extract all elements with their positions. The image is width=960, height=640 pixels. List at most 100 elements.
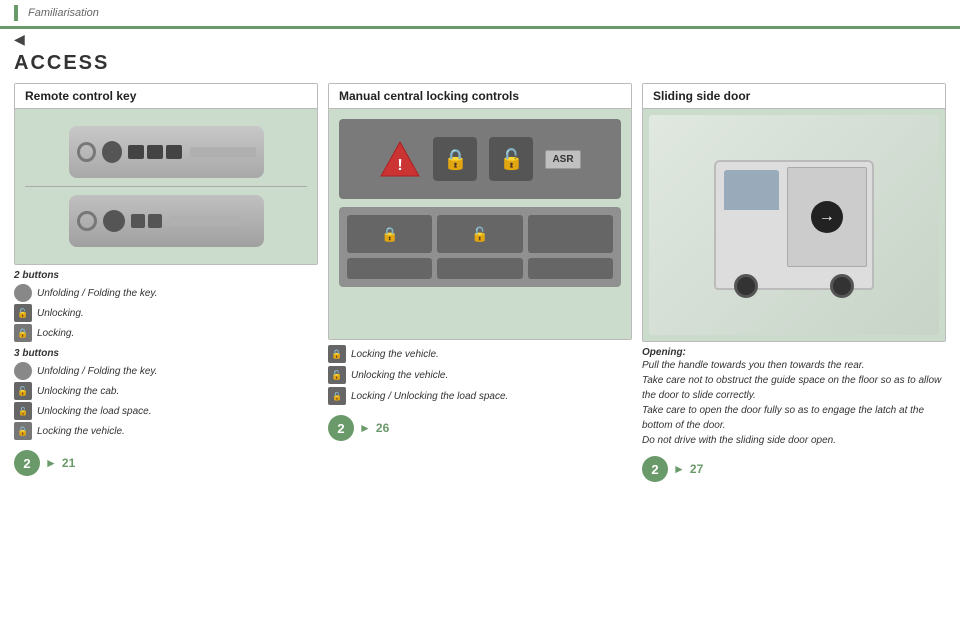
nav-col1: 2 ► 21 [14,450,318,476]
opening-title: Opening: [642,347,946,358]
icon-fold-3btn [14,362,32,380]
card-sliding-door: Sliding side door ← [642,83,946,342]
ml-label2: Unlocking the vehicle. [351,370,448,381]
legend-3btn-item1: Unfolding / Folding the key. [14,362,318,380]
card-remote-key: Remote control key [14,83,318,265]
icon-unlock-2btn: 🔓 [14,304,32,322]
legend-3btn-label1: Unfolding / Folding the key. [37,366,157,377]
sidebar-indicator [14,5,18,21]
opening-text-block: Opening: Pull the handle towards you the… [642,347,946,448]
manual-legend: 🔒 Locking the vehicle. 🔓 Unlocking the v… [328,345,632,405]
legend-3btn: 3 buttons Unfolding / Folding the key. 🔓… [14,348,318,440]
fob-blade2 [170,216,240,226]
legend-3btn-label2: Unlocking the cab. [37,386,119,397]
legend-2btn-title: 2 buttons [14,270,318,281]
nav-arrow-col3: ► [673,462,685,476]
van-wheel-front [734,274,758,298]
icon-ml-lock-unlock-load: 🔓 [328,387,346,405]
van-door: ← [787,167,867,267]
nav-circle-col3[interactable]: 2 [642,456,668,482]
column-sliding-door: Sliding side door ← [642,83,946,482]
back-icon[interactable]: ◀ [14,31,25,47]
icon-unlock-cab: 🔓 [14,382,32,400]
ml-item1: 🔒 Locking the vehicle. [328,345,632,363]
card-body-sliding: ← [643,109,945,341]
fob-btn2 [147,145,163,159]
unlock-panel-btn: 🔓 [489,137,533,181]
fob-btns2 [131,214,162,228]
nav-col3: 2 ► 27 [642,456,946,482]
ml-label3: Locking / Unlocking the load space. [351,391,508,402]
legend-2btn-label3: Locking. [37,328,74,339]
key-fob-3btn [69,195,264,247]
fob-round-btn [102,141,123,163]
icon-ml-unlock: 🔓 [328,366,346,384]
van-body: ← [714,160,874,290]
small-btn-1: 🔒 [347,215,432,253]
legend-3btn-item2: 🔓 Unlocking the cab. [14,382,318,400]
nav-circle-col2[interactable]: 2 [328,415,354,441]
panel-bottom: 🔒 🔓 [339,207,621,287]
legend-2btn-item3: 🔒 Locking. [14,324,318,342]
nav-circle-col1[interactable]: 2 [14,450,40,476]
legend-2btn-label2: Unlocking. [37,308,84,319]
key-fob-2btn [69,126,264,178]
nav-col2: 2 ► 26 [328,415,632,441]
page-title: ACCESS [14,52,946,75]
svg-text:!: ! [398,157,403,174]
ml-item3: 🔓 Locking / Unlocking the load space. [328,387,632,405]
small-btn-4 [347,258,432,279]
back-button-area: ◀ [0,29,960,50]
main-content: ACCESS Remote control key [0,50,960,484]
icon-unlock-load: 🔓 [14,402,32,420]
door-handle-icon: ← [811,201,843,233]
fob-btns [128,145,182,159]
fob-round-btn2 [103,210,125,232]
nav-page-col1: 21 [62,456,75,470]
ml-item2: 🔓 Unlocking the vehicle. [328,366,632,384]
nav-arrow-col2: ► [359,421,371,435]
icon-lock-2btn: 🔒 [14,324,32,342]
icon-fold-unfold [14,284,32,302]
legend-2btn: 2 buttons Unfolding / Folding the key. 🔓… [14,270,318,342]
fob-blade1 [190,147,255,157]
nav-page-col2: 26 [376,421,389,435]
column-manual-lock: Manual central locking controls ! 🔒 [328,83,632,441]
warning-triangle-icon: ! [379,138,421,180]
opening-line2: Take care not to obstruct the guide spac… [642,373,946,403]
fob-btn3 [166,145,182,159]
opening-line1: Pull the handle towards you then towards… [642,358,946,373]
small-btn-6 [528,258,613,279]
card-body-manual: ! 🔒 🔓 ASR 🔒 🔓 [329,109,631,339]
opening-line4: Do not drive with the sliding side door … [642,433,946,448]
small-btn-2: 🔓 [437,215,522,253]
columns: Remote control key [14,83,946,482]
nav-page-col3: 27 [690,462,703,476]
icon-ml-lock: 🔒 [328,345,346,363]
panel-top: ! 🔒 🔓 ASR [339,119,621,199]
fob-ring2 [77,211,97,231]
fob-btn4 [131,214,145,228]
legend-3btn-item3: 🔓 Unlocking the load space. [14,402,318,420]
small-btn-3 [528,215,613,253]
top-bar: Familiarisation [0,0,960,29]
fob-ring [77,142,96,162]
van-windshield [724,170,779,210]
van-wheel-rear [830,274,854,298]
card-divider-key [25,186,307,187]
fob-btn5 [148,214,162,228]
card-manual-lock: Manual central locking controls ! 🔒 [328,83,632,340]
asr-label: ASR [545,150,580,169]
legend-3btn-title: 3 buttons [14,348,318,359]
ml-label1: Locking the vehicle. [351,349,439,360]
fob-btn1 [128,145,144,159]
legend-2btn-item2: 🔓 Unlocking. [14,304,318,322]
card-body-remote-key [15,109,317,264]
card-header-sliding: Sliding side door [643,84,945,109]
card-header-remote-key: Remote control key [15,84,317,109]
lock-panel-btn: 🔒 [433,137,477,181]
column-remote-key: Remote control key [14,83,318,476]
legend-3btn-label4: Locking the vehicle. [37,426,125,437]
nav-arrow-col1: ► [45,456,57,470]
legend-2btn-label1: Unfolding / Folding the key. [37,288,157,299]
